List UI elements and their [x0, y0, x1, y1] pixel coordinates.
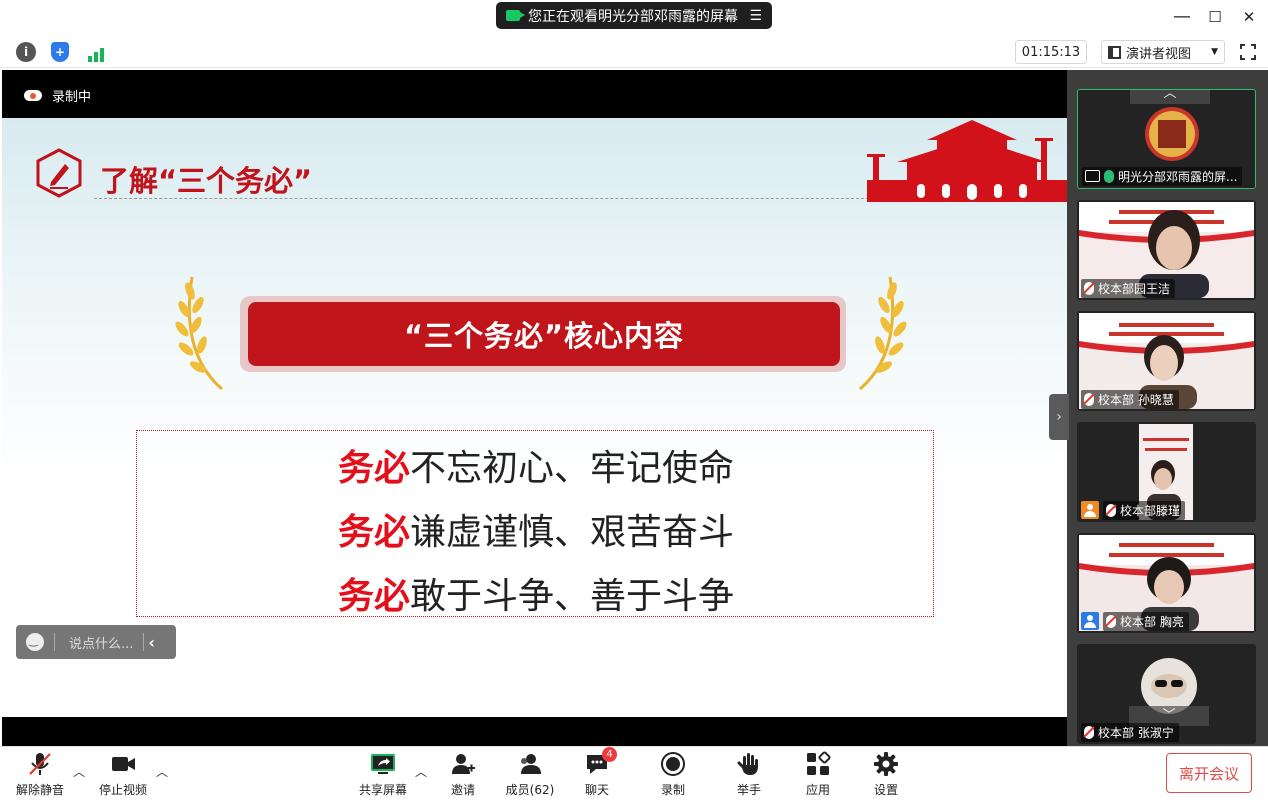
apps-label: 应用 — [805, 783, 830, 797]
chevron-up-icon[interactable]: ︿ — [415, 763, 427, 780]
screen-share-icon — [1085, 170, 1100, 182]
record-label: 录制 — [660, 783, 685, 797]
wheat-right-icon — [859, 276, 907, 391]
chat-icon: 4 — [584, 747, 617, 777]
chevron-up-icon[interactable]: ︿ — [73, 763, 85, 780]
participant-tile[interactable]: ︿ 明光分部邓雨露的屏... — [1077, 89, 1256, 189]
panel-collapse-handle[interactable]: › — [1049, 394, 1069, 440]
participant-name: 校本部园王洁 — [1098, 281, 1171, 296]
gear-icon — [874, 752, 898, 776]
chat-input-placeholder[interactable]: 说点什么... — [55, 633, 143, 652]
slide-line-2: 务必谦虚谨慎、艰苦奋斗 — [337, 512, 735, 553]
video-camera-icon — [112, 757, 135, 771]
participant-name: 校本部 张淑宁 — [1098, 725, 1174, 740]
participant-tile[interactable]: ﹀ 校本部 张淑宁 — [1077, 644, 1256, 744]
participant-tile[interactable]: 校本部滕瑾 — [1077, 422, 1256, 522]
wheat-left-icon — [175, 276, 223, 391]
cloud-record-icon — [24, 90, 42, 101]
view-mode-select[interactable]: 演讲者视图 ▼ — [1101, 40, 1225, 64]
user-avatar-icon — [1081, 501, 1099, 519]
title-bar: 您正在观看明光分部邓雨露的屏幕 ☰ — ☐ ✕ — [0, 0, 1268, 36]
signal-icon[interactable] — [86, 42, 106, 62]
recording-indicator: 录制中 — [24, 86, 91, 105]
participant-name: 校本部 胸亮 — [1120, 614, 1184, 629]
invite-button[interactable]: 邀请 — [428, 751, 498, 799]
members-icon — [521, 754, 541, 774]
participant-tile[interactable]: 校本部 胸亮 — [1077, 533, 1256, 633]
view-mode-label: 演讲者视图 — [1126, 46, 1192, 62]
meeting-toolbar: i + 01:15:13 演讲者视图 ▼ — [0, 36, 1268, 68]
mic-muted-icon — [1084, 725, 1094, 739]
apps-button[interactable]: 应用 — [783, 751, 853, 799]
members-button[interactable]: 成员(62) — [495, 751, 565, 799]
shield-icon[interactable]: + — [51, 42, 69, 62]
list-icon[interactable]: ☰ — [749, 8, 762, 24]
close-button[interactable]: ✕ — [1237, 8, 1261, 26]
raise-hand-label: 举手 — [736, 783, 761, 797]
mic-muted-icon — [1106, 503, 1116, 517]
stop-video-button[interactable]: 停止视频 — [88, 751, 158, 799]
chat-input-bar[interactable]: 说点什么... ‹ — [16, 625, 176, 659]
settings-label: 设置 — [873, 783, 898, 797]
participant-name: 校本部 孙晓慧 — [1098, 392, 1174, 407]
participant-tile[interactable]: 校本部园王洁 — [1077, 200, 1256, 300]
slide-content-box: 务必不忘初心、牢记使命 务必谦虚谨慎、艰苦奋斗 务必敢于斗争、善于斗争 — [136, 430, 934, 617]
share-screen-button[interactable]: 共享屏幕 — [348, 751, 418, 799]
maximize-button[interactable]: ☐ — [1203, 8, 1227, 26]
slide-title: 了解“三个务必” — [100, 164, 313, 198]
record-icon — [661, 752, 685, 776]
raise-hand-button[interactable]: 举手 — [714, 751, 784, 799]
chevron-up-icon[interactable]: ︿ — [1130, 90, 1210, 104]
meeting-controls-bar: 解除静音 ︿ 停止视频 ︿ 共享屏幕 ︿ 邀请 成员(62) 4 聊天 录制 举… — [0, 746, 1268, 802]
participant-tile[interactable]: 校本部 孙晓慧 — [1077, 311, 1256, 411]
chat-unread-badge: 4 — [602, 747, 617, 762]
mic-muted-icon — [1106, 614, 1116, 628]
share-notice-text: 您正在观看明光分部邓雨露的屏幕 — [528, 8, 738, 25]
apps-grid-icon — [807, 751, 831, 775]
chat-button[interactable]: 4 聊天 — [562, 747, 632, 799]
participant-name: 明光分部邓雨露的屏... — [1118, 169, 1238, 184]
members-label: 成员(62) — [505, 783, 555, 797]
chevron-up-icon[interactable]: ︿ — [156, 763, 168, 780]
stop-video-label: 停止视频 — [98, 783, 147, 797]
meeting-timer: 01:15:13 — [1015, 40, 1087, 64]
fullscreen-icon[interactable] — [1240, 44, 1256, 60]
mic-muted-icon — [29, 753, 51, 775]
share-screen-label: 共享屏幕 — [358, 783, 407, 797]
unmute-label: 解除静音 — [15, 783, 64, 797]
hand-icon — [737, 753, 758, 775]
slide-line-3: 务必敢于斗争、善于斗争 — [337, 576, 735, 617]
mic-muted-icon — [1084, 281, 1094, 295]
minimize-button[interactable]: — — [1170, 6, 1194, 27]
camera-icon — [506, 10, 525, 21]
speaker-view-icon — [1108, 45, 1121, 59]
add-user-icon — [452, 754, 475, 774]
leave-meeting-button[interactable]: 离开会议 — [1166, 753, 1252, 793]
slide-banner: “三个务必”核心内容 — [248, 302, 840, 366]
emoji-icon[interactable] — [26, 633, 44, 651]
participant-name: 校本部滕瑾 — [1120, 503, 1181, 518]
slide-line-1: 务必不忘初心、牢记使命 — [337, 448, 735, 489]
chevron-down-icon: ▼ — [1211, 47, 1218, 57]
title-divider — [94, 198, 874, 199]
record-button[interactable]: 录制 — [638, 751, 708, 799]
info-icon[interactable]: i — [16, 42, 36, 62]
chevron-left-icon[interactable]: ‹ — [148, 633, 155, 652]
pencil-hexagon-icon — [36, 148, 82, 198]
share-screen-icon — [371, 754, 395, 774]
settings-button[interactable]: 设置 — [851, 751, 921, 799]
user-avatar-icon — [1081, 612, 1099, 630]
invite-label: 邀请 — [450, 783, 475, 797]
tiananmen-gate-icon — [867, 120, 1067, 202]
chat-label: 聊天 — [584, 783, 609, 797]
recording-label: 录制中 — [52, 90, 92, 105]
screen-share-notice[interactable]: 您正在观看明光分部邓雨露的屏幕 ☰ — [496, 2, 772, 29]
unmute-button[interactable]: 解除静音 — [5, 751, 75, 799]
mic-on-icon — [1104, 169, 1114, 183]
mic-muted-icon — [1084, 392, 1094, 406]
